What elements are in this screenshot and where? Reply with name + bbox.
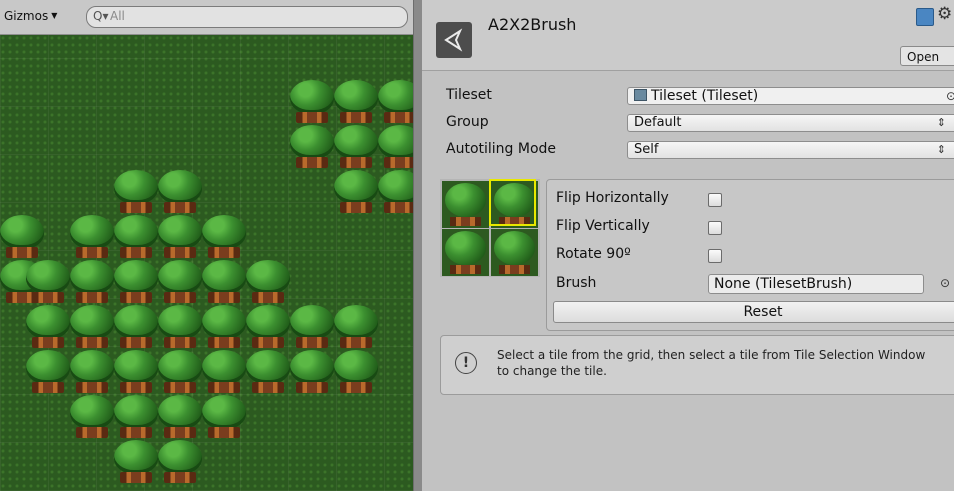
scene-view[interactable]: Gizmos ▼ Q▾ All bbox=[0, 0, 413, 491]
info-icon: ! bbox=[455, 352, 477, 374]
tree-tile bbox=[114, 395, 158, 439]
object-picker-icon[interactable]: ⊙ bbox=[940, 276, 950, 290]
tree-tile bbox=[290, 80, 334, 124]
tree-tile bbox=[290, 305, 334, 349]
group-dropdown[interactable]: Default ⇕ bbox=[627, 114, 954, 132]
tree-tile bbox=[246, 350, 290, 394]
brush-asset-icon bbox=[436, 22, 472, 58]
tree-tile bbox=[114, 215, 158, 259]
gizmos-dropdown[interactable]: Gizmos ▼ bbox=[4, 9, 57, 23]
selected-tile-highlight bbox=[489, 179, 536, 226]
search-icon[interactable]: Q▾ bbox=[93, 9, 108, 23]
tree-tile bbox=[246, 260, 290, 304]
tree-tile bbox=[158, 440, 202, 484]
gizmos-label: Gizmos bbox=[4, 9, 49, 23]
tree-tile bbox=[114, 260, 158, 304]
tile-cell[interactable] bbox=[442, 229, 489, 276]
scene-toolbar: Gizmos ▼ Q▾ All bbox=[0, 0, 413, 35]
tree-tile bbox=[158, 170, 202, 214]
gear-icon[interactable]: ⚙ bbox=[937, 4, 952, 24]
tree-tile bbox=[70, 260, 114, 304]
help-book-icon[interactable] bbox=[916, 8, 934, 26]
flip-horizontally-label: Flip Horizontally bbox=[556, 190, 669, 206]
flip-horizontally-checkbox[interactable] bbox=[708, 193, 722, 207]
group-label: Group bbox=[446, 114, 489, 130]
tile-options-box: Flip Horizontally Flip Vertically Rotate… bbox=[546, 179, 954, 331]
tree-tile bbox=[246, 305, 290, 349]
tree-tile bbox=[378, 170, 413, 214]
tileset-value: Tileset (Tileset) bbox=[651, 88, 759, 104]
tree-tile bbox=[202, 395, 246, 439]
tree-tile bbox=[114, 305, 158, 349]
tree-tile bbox=[70, 215, 114, 259]
tree-tile bbox=[378, 125, 413, 169]
tileset-label: Tileset bbox=[446, 87, 492, 103]
tree-tile bbox=[26, 305, 70, 349]
tree-tile bbox=[114, 170, 158, 214]
tree-tile bbox=[202, 260, 246, 304]
rotate-90-label: Rotate 90º bbox=[556, 246, 631, 262]
tree-tile bbox=[334, 350, 378, 394]
tree-tile bbox=[70, 350, 114, 394]
search-placeholder: All bbox=[110, 9, 125, 23]
tree-tile bbox=[114, 440, 158, 484]
tree-tile bbox=[70, 395, 114, 439]
tree-tile bbox=[202, 350, 246, 394]
tree-tile bbox=[290, 125, 334, 169]
inspector-panel: A2X2Brush ⚙ Open Tileset Tileset (Tilese… bbox=[422, 0, 954, 491]
autotiling-mode-dropdown[interactable]: Self ⇕ bbox=[627, 141, 954, 159]
tree-tile bbox=[158, 395, 202, 439]
tree-tile bbox=[202, 215, 246, 259]
autotiling-mode-label: Autotiling Mode bbox=[446, 141, 557, 157]
brush-label: Brush bbox=[556, 275, 597, 291]
dropdown-arrows-icon: ⇕ bbox=[936, 116, 946, 129]
tree-tile bbox=[114, 350, 158, 394]
tilemap-canvas[interactable] bbox=[0, 35, 413, 491]
group-value: Default bbox=[634, 115, 682, 130]
tree-tile bbox=[26, 350, 70, 394]
tree-tile bbox=[378, 80, 413, 124]
tree-tile bbox=[334, 80, 378, 124]
tree-tile bbox=[202, 305, 246, 349]
object-name: A2X2Brush bbox=[488, 15, 577, 34]
tree-tile bbox=[334, 125, 378, 169]
tile-cell[interactable] bbox=[442, 181, 489, 228]
tree-tile bbox=[158, 215, 202, 259]
tree-tile bbox=[290, 350, 334, 394]
tree-tile bbox=[158, 305, 202, 349]
tile-preview-grid[interactable] bbox=[440, 179, 540, 277]
tile-cell[interactable] bbox=[491, 229, 538, 276]
flip-vertically-label: Flip Vertically bbox=[556, 218, 650, 234]
rotate-90-checkbox[interactable] bbox=[708, 249, 722, 263]
flip-vertically-checkbox[interactable] bbox=[708, 221, 722, 235]
inspector-header: A2X2Brush ⚙ Open bbox=[422, 0, 954, 71]
tree-tile bbox=[158, 350, 202, 394]
object-picker-icon[interactable]: ⊙ bbox=[946, 89, 954, 103]
tree-tile bbox=[70, 305, 114, 349]
help-box: ! Select a tile from the grid, then sele… bbox=[440, 335, 954, 395]
chevron-down-icon: ▼ bbox=[51, 11, 58, 20]
reset-button[interactable]: Reset bbox=[553, 301, 954, 323]
dropdown-arrows-icon: ⇕ bbox=[936, 143, 946, 156]
scene-search-input[interactable]: Q▾ All bbox=[86, 6, 408, 28]
autotiling-mode-value: Self bbox=[634, 142, 659, 157]
tree-tile bbox=[334, 170, 378, 214]
tree-tile bbox=[0, 215, 44, 259]
tree-tile bbox=[26, 260, 70, 304]
tileset-field[interactable]: Tileset (Tileset) bbox=[627, 87, 954, 105]
tileset-asset-icon bbox=[634, 89, 647, 101]
tree-tile bbox=[334, 305, 378, 349]
help-text: Select a tile from the grid, then select… bbox=[497, 348, 926, 378]
brush-field[interactable]: None (TilesetBrush) bbox=[708, 274, 924, 294]
open-button[interactable]: Open bbox=[900, 46, 954, 66]
tree-tile bbox=[158, 260, 202, 304]
